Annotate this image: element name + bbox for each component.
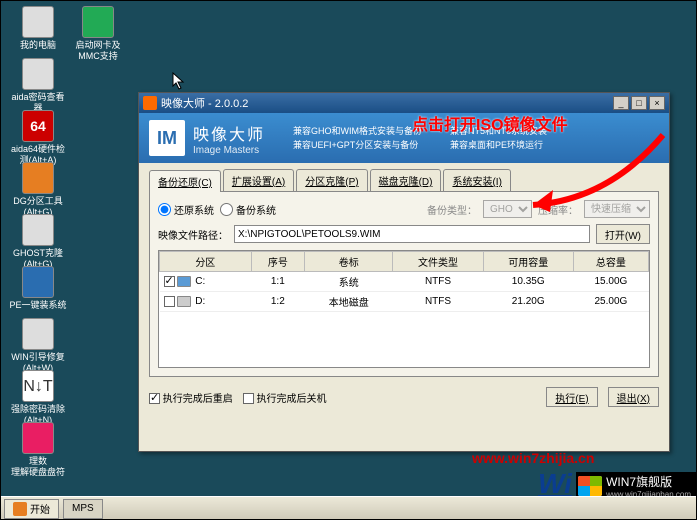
- minimize-button[interactable]: _: [613, 96, 629, 110]
- desktop-icon-glyph: 64: [22, 110, 54, 142]
- desktop-icon-glyph: [22, 162, 54, 194]
- drive-icon: [177, 276, 191, 287]
- desktop-icon[interactable]: 我的电脑: [8, 6, 68, 51]
- compress-select: 快速压缩: [584, 200, 650, 218]
- badge-title: WIN7旗舰版: [606, 473, 691, 490]
- main-panel: 还原系统 备份系统 备份类型： GHO 压缩率： 快速压缩 映像文件路径： 打开…: [149, 191, 659, 377]
- cell: 本地磁盘: [305, 292, 393, 312]
- desktop-icon-glyph: N↓T: [22, 370, 54, 402]
- table-row[interactable]: C:1:1系统NTFS10.35G15.00G: [160, 272, 649, 292]
- watermark-url: www.win7zhijia.cn: [472, 450, 594, 466]
- exit-button[interactable]: 退出(X): [608, 387, 659, 407]
- brand-en: Image Masters: [193, 145, 265, 156]
- desktop-icon-glyph: [22, 422, 54, 454]
- desktop-icon[interactable]: GHOST克隆 (Alt+G): [8, 214, 68, 270]
- column-header[interactable]: 序号: [251, 252, 304, 272]
- logo: IM: [149, 120, 185, 156]
- shutdown-checkbox[interactable]: 执行完成后关机: [243, 390, 327, 405]
- desktop-icon-glyph: [22, 266, 54, 298]
- execute-button[interactable]: 执行(E): [546, 387, 597, 407]
- desktop-icon-label: 我的电脑: [8, 40, 68, 51]
- desktop-icon-label: 理数 理解硬盘盘符: [8, 456, 68, 478]
- cell: 10.35G: [483, 272, 573, 292]
- desktop-icon-label: 启动网卡及 MMC支持: [68, 40, 128, 62]
- window-title: 映像大师 - 2.0.0.2: [161, 95, 613, 111]
- column-header[interactable]: 总容量: [573, 252, 648, 272]
- banner: IM 映像大师 Image Masters 兼容GHO和WIM格式安装与备份 兼…: [139, 113, 669, 163]
- cell: NTFS: [393, 292, 483, 312]
- column-header[interactable]: 可用容量: [483, 252, 573, 272]
- column-header[interactable]: 文件类型: [393, 252, 483, 272]
- tab[interactable]: 系统安装(I): [443, 169, 510, 191]
- reboot-checkbox[interactable]: 执行完成后重启: [149, 390, 233, 405]
- tab[interactable]: 分区克隆(P): [296, 169, 367, 191]
- backup-type-label: 备份类型：: [427, 202, 477, 217]
- tab[interactable]: 备份还原(C): [149, 170, 221, 192]
- start-button[interactable]: 开始: [4, 499, 59, 519]
- maximize-button[interactable]: □: [631, 96, 647, 110]
- taskbar[interactable]: 开始 MPS: [0, 496, 697, 520]
- tab[interactable]: 磁盘克隆(D): [370, 169, 442, 191]
- desktop-icon-glyph: [22, 58, 54, 90]
- desktop-icon[interactable]: 启动网卡及 MMC支持: [68, 6, 128, 62]
- footer: 执行完成后重启 执行完成后关机 执行(E) 退出(X): [139, 383, 669, 415]
- radio-backup[interactable]: 备份系统: [220, 202, 276, 217]
- taskbar-item[interactable]: MPS: [63, 499, 103, 519]
- open-button[interactable]: 打开(W): [596, 224, 650, 244]
- cell: 25.00G: [573, 292, 648, 312]
- app-icon: [143, 96, 157, 110]
- banner-desc-2: 兼容UEFI+GPT分区安装与备份: [293, 138, 422, 152]
- cell: 15.00G: [573, 272, 648, 292]
- desktop-icon-glyph: [82, 6, 114, 38]
- app-window: 映像大师 - 2.0.0.2 _ □ × IM 映像大师 Image Maste…: [138, 92, 670, 452]
- annotation-text: 点击打开ISO镜像文件: [412, 111, 568, 135]
- banner-desc-4: 兼容桌面和PE环境运行: [450, 138, 547, 152]
- titlebar[interactable]: 映像大师 - 2.0.0.2 _ □ ×: [139, 93, 669, 113]
- desktop-icon-glyph: [22, 6, 54, 38]
- table-row[interactable]: D:1:2本地磁盘NTFS21.20G25.00G: [160, 292, 649, 312]
- banner-desc-1: 兼容GHO和WIM格式安装与备份: [293, 124, 422, 138]
- desktop-icon[interactable]: DG分区工具 (Alt+G): [8, 162, 68, 218]
- cell: 1:1: [251, 272, 304, 292]
- tab-strip: 备份还原(C)扩展设置(A)分区克隆(P)磁盘克隆(D)系统安装(I): [139, 163, 669, 191]
- column-header[interactable]: 卷标: [305, 252, 393, 272]
- radio-restore[interactable]: 还原系统: [158, 202, 214, 217]
- start-icon: [13, 502, 27, 516]
- cell: 1:2: [251, 292, 304, 312]
- cell: NTFS: [393, 272, 483, 292]
- tab[interactable]: 扩展设置(A): [223, 169, 294, 191]
- partition-table: 分区序号卷标文件类型可用容量总容量 C:1:1系统NTFS10.35G15.00…: [158, 250, 650, 368]
- desktop-icon-glyph: [22, 214, 54, 246]
- desktop-icon[interactable]: aida密码查看 器: [8, 58, 68, 114]
- row-checkbox[interactable]: [164, 296, 175, 307]
- close-button[interactable]: ×: [649, 96, 665, 110]
- brand-cn: 映像大师: [193, 121, 265, 145]
- desktop-icon[interactable]: 64aida64硬件检 测(Alt+A): [8, 110, 68, 166]
- cell: 21.20G: [483, 292, 573, 312]
- desktop-icon[interactable]: WIN引导修复 (Alt+W): [8, 318, 68, 374]
- desktop-icon-glyph: [22, 318, 54, 350]
- cell: 系统: [305, 272, 393, 292]
- mouse-cursor: [172, 72, 186, 90]
- desktop-icon[interactable]: N↓T强除密码清除 (Alt+N): [8, 370, 68, 426]
- row-checkbox[interactable]: [164, 276, 175, 287]
- path-label: 映像文件路径：: [158, 227, 228, 242]
- drive-icon: [177, 296, 191, 307]
- windows-flag-icon: [578, 476, 602, 496]
- compress-label: 压缩率：: [538, 202, 578, 217]
- desktop-icon-label: PE一键装系统: [8, 300, 68, 311]
- backup-type-select: GHO: [483, 200, 532, 218]
- desktop-icon[interactable]: PE一键装系统: [8, 266, 68, 311]
- column-header[interactable]: 分区: [160, 252, 252, 272]
- desktop-icon[interactable]: 理数 理解硬盘盘符: [8, 422, 68, 478]
- path-input[interactable]: [234, 225, 590, 243]
